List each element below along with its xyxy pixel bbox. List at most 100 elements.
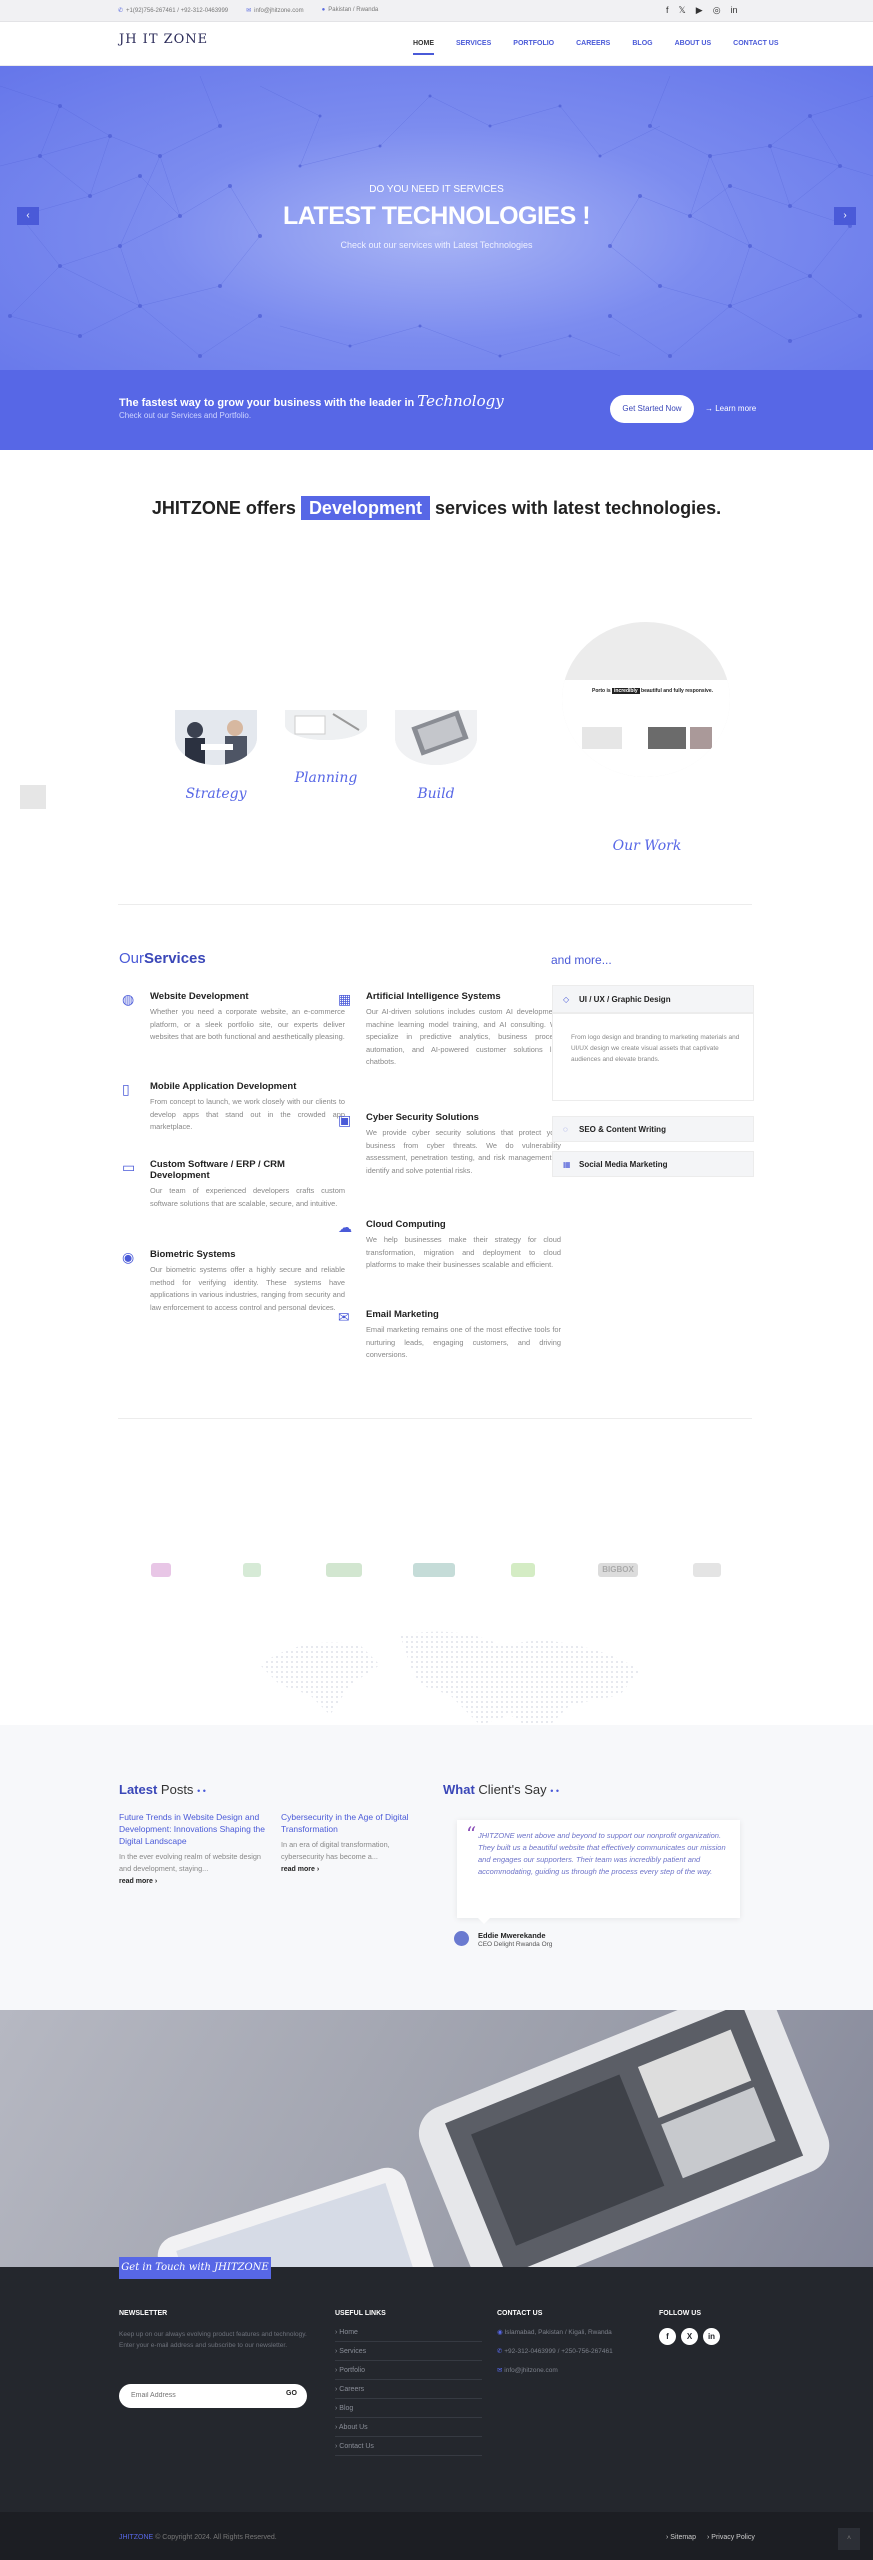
useful-links-title: USEFUL LINKS <box>335 2310 386 2317</box>
instagram-icon[interactable]: ◎ <box>713 5 721 16</box>
cloud-icon: ☁ <box>338 1219 352 1235</box>
chevron-right-icon: › <box>843 210 847 221</box>
phone-icon: ✆ <box>118 8 124 14</box>
post-title[interactable]: Future Trends in Website Design and Deve… <box>119 1811 269 1847</box>
service-website-development[interactable]: ◍ Website Development Whether you need a… <box>122 991 345 1044</box>
linkedin-icon[interactable]: in <box>703 2328 720 2345</box>
avatar <box>454 1931 469 1946</box>
footer-link-contact-us[interactable]: › Contact Us <box>335 2437 482 2456</box>
slider-next-button[interactable]: › <box>834 207 856 225</box>
footer-link-home[interactable]: › Home <box>335 2323 482 2342</box>
nav-about-us[interactable]: ABOUT US <box>675 40 712 55</box>
quote-icon: “ <box>466 1822 477 1846</box>
email-info[interactable]: ✉ info@jhitzone.com <box>246 7 303 14</box>
work-preview-heading: Porto is incredibly beautiful and fully … <box>592 688 713 694</box>
youtube-icon[interactable]: ▶ <box>696 5 703 16</box>
chevron-right-icon: › <box>154 1878 158 1885</box>
nav-home[interactable]: HOME <box>413 40 434 55</box>
facebook-icon[interactable]: f <box>666 5 669 16</box>
newsletter-email-input[interactable] <box>119 2384 307 2408</box>
sitemap-link[interactable]: › Sitemap <box>666 2534 696 2541</box>
post-title[interactable]: Cybersecurity in the Age of Digital Tran… <box>281 1811 431 1835</box>
facebook-icon[interactable]: f <box>659 2328 676 2345</box>
service-mobile-app-development[interactable]: ▯ Mobile Application Development From co… <box>122 1081 345 1134</box>
work-preview-photo <box>648 727 686 749</box>
client-logo-6: BIGBOX <box>598 1563 638 1577</box>
learn-more-link[interactable]: → Learn more <box>705 404 756 413</box>
service-cyber-security[interactable]: ▣ Cyber Security Solutions We provide cy… <box>338 1112 561 1177</box>
post-card[interactable]: Future Trends in Website Design and Deve… <box>119 1811 269 1885</box>
client-logo-1 <box>151 1563 171 1577</box>
nav-portfolio[interactable]: PORTFOLIO <box>513 40 554 55</box>
more-card-seo[interactable]: ◌ SEO & Content Writing <box>552 1116 754 1142</box>
x-icon[interactable]: 𝕏 <box>679 5 686 16</box>
service-custom-software[interactable]: ▭ Custom Software / ERP / CRM Developmen… <box>122 1159 345 1210</box>
chevron-right-icon: › <box>316 1866 320 1873</box>
footer-link-careers[interactable]: › Careers <box>335 2380 482 2399</box>
laptop-photo <box>395 710 477 765</box>
diamond-icon: ◇ <box>563 995 570 1004</box>
testimonial-quote: JHITZONE went above and beyond to suppor… <box>478 1831 726 1876</box>
get-in-touch-button[interactable]: Get in Touch with JHITZONE <box>119 2257 271 2279</box>
read-more-link[interactable]: read more › <box>119 1878 269 1885</box>
footer-link-services[interactable]: › Services <box>335 2342 482 2361</box>
cta-title-hand: Technology <box>417 392 504 410</box>
footer-phone[interactable]: ✆ +92-312-0463999 / +250-756-267461 <box>497 2347 613 2355</box>
linkedin-icon[interactable]: in <box>731 5 738 16</box>
clipboard-icon: ▭ <box>122 1159 136 1175</box>
get-started-button[interactable]: Get Started Now <box>610 395 694 423</box>
newsletter-title: NEWSLETTER <box>119 2310 168 2317</box>
offers-heading: JHITZONE offers Development services wit… <box>151 496 722 520</box>
post-card[interactable]: Cybersecurity in the Age of Digital Tran… <box>281 1811 431 1873</box>
newsletter-go-button[interactable]: GO <box>286 2390 297 2397</box>
x-icon[interactable]: X <box>681 2328 698 2345</box>
post-excerpt: In an era of digital transformation, cyb… <box>281 1840 390 1861</box>
service-ai-systems[interactable]: ▦ Artificial Intelligence Systems Our AI… <box>338 991 561 1069</box>
footer-email[interactable]: ✉ info@jhitzone.com <box>497 2366 558 2374</box>
footer-link-portfolio[interactable]: › Portfolio <box>335 2361 482 2380</box>
scroll-top-button[interactable]: ˄ <box>838 2528 860 2550</box>
more-card-ui-ux[interactable]: ◇ UI / UX / Graphic Design <box>552 985 754 1013</box>
follow-us-title: FOLLOW US <box>659 2310 701 2317</box>
arrow-right-icon: → <box>705 404 716 413</box>
label-our-work[interactable]: Our Work <box>582 838 712 854</box>
more-title: and more... <box>551 953 612 967</box>
newsletter-text: Keep up on our always evolving product f… <box>119 2331 307 2349</box>
divider <box>118 904 752 905</box>
nav-services[interactable]: SERVICES <box>456 40 491 55</box>
carousel-dots[interactable]: • • <box>550 1786 559 1796</box>
devices-banner <box>0 2010 873 2267</box>
privacy-policy-link[interactable]: › Privacy Policy <box>707 2534 755 2541</box>
fingerprint-icon: ◉ <box>122 1249 135 1265</box>
phone-info[interactable]: ✆ +1(92)756-267461 / +92-312-0463999 <box>118 7 228 14</box>
testimonial-card: “ JHITZONE went above and beyond to supp… <box>457 1820 740 1918</box>
client-logo-4 <box>413 1563 455 1577</box>
service-email-marketing[interactable]: ✉ Email Marketing Email marketing remain… <box>338 1309 561 1362</box>
hero-pretitle: DO YOU NEED IT SERVICES <box>369 184 504 195</box>
more-card-social-media[interactable]: ▦ Social Media Marketing <box>552 1151 754 1177</box>
slider-prev-button[interactable]: ‹ <box>17 207 39 225</box>
chevron-left-icon: ‹ <box>26 210 30 221</box>
client-logo-3 <box>326 1563 362 1577</box>
label-planning: Planning <box>294 770 358 786</box>
cta-band: The fastest way to grow your business wi… <box>0 370 873 450</box>
planning-photo <box>285 710 367 740</box>
divider <box>118 1418 752 1419</box>
cta-subtitle: Check out our Services and Portfolio. <box>119 411 252 420</box>
more-card-ui-ux-body: From logo design and branding to marketi… <box>552 1013 754 1101</box>
work-preview-card <box>20 785 46 809</box>
carousel-dots[interactable]: • • <box>197 1786 206 1796</box>
posts-title: Latest Posts • • <box>119 1782 206 1797</box>
nav-contact-us[interactable]: CONTACT US <box>733 40 778 55</box>
service-biometric-systems[interactable]: ◉ Biometric Systems Our biometric system… <box>122 1249 345 1314</box>
footer-link-about-us[interactable]: › About Us <box>335 2418 482 2437</box>
service-cloud-computing[interactable]: ☁ Cloud Computing We help businesses mak… <box>338 1219 561 1272</box>
read-more-link[interactable]: read more › <box>281 1866 431 1873</box>
logo[interactable]: JH IT ZONE <box>119 32 208 47</box>
testimonial-name: Eddie Mwerekande <box>478 1931 546 1940</box>
footer-link-blog[interactable]: › Blog <box>335 2399 482 2418</box>
nav-careers[interactable]: CAREERS <box>576 40 610 55</box>
our-work-image[interactable]: Porto is incredibly beautiful and fully … <box>562 622 730 777</box>
build-image <box>395 710 477 765</box>
nav-blog[interactable]: BLOG <box>632 40 652 55</box>
